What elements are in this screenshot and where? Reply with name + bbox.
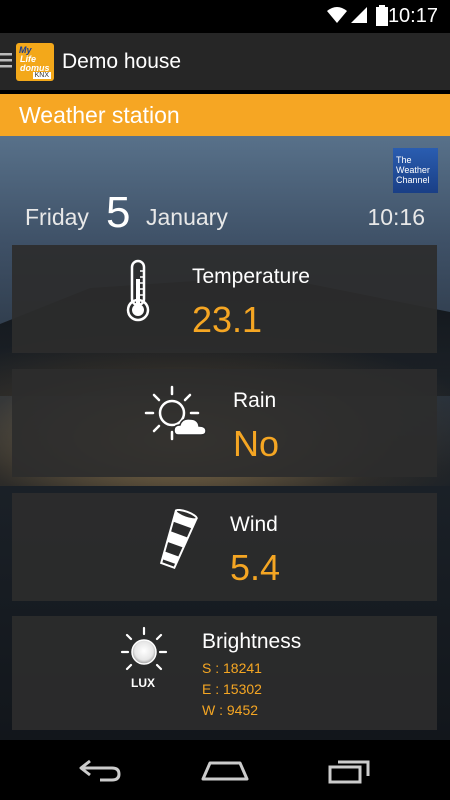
date-day-number: 5 [106, 188, 131, 237]
wind-card[interactable]: Wind 5.4 [12, 493, 437, 601]
windsock-icon [159, 509, 198, 570]
cell-signal-icon [351, 7, 367, 23]
twc-line2: Weather [396, 165, 430, 175]
menu-icon[interactable] [0, 53, 12, 69]
rain-card[interactable]: Rain No [12, 369, 437, 477]
thermometer-icon [126, 259, 150, 322]
twc-line3: Channel [396, 175, 430, 185]
lux-sun-icon [120, 626, 168, 671]
wind-value: 5.4 [230, 547, 281, 588]
temperature-value: 23.1 [192, 299, 263, 340]
app-logo[interactable]: My Life domus KNX [16, 43, 54, 81]
app-title[interactable]: Demo house [62, 50, 181, 74]
brightness-west: W : 9452 [202, 702, 259, 718]
temperature-card[interactable]: Temperature 23.1 [12, 245, 437, 353]
section-header: Weather station [0, 94, 450, 136]
rain-label: Rain [233, 389, 277, 412]
date-row: Friday 5 January 10:16 [0, 186, 450, 237]
status-time: 10:17 [387, 5, 438, 27]
status-bar: 10:17 [0, 0, 450, 33]
action-bar: My Life domus KNX Demo house [0, 33, 450, 90]
brightness-south: S : 18241 [202, 660, 262, 676]
rain-value: No [233, 423, 280, 464]
logo-knx-badge: KNX [32, 72, 51, 79]
wifi-icon [327, 7, 347, 23]
sun-cloud-icon [144, 385, 207, 441]
date-time: 10:16 [367, 204, 425, 230]
home-icon[interactable] [200, 758, 250, 782]
back-icon[interactable] [78, 758, 122, 782]
battery-icon [376, 5, 388, 26]
date-month: January [146, 204, 228, 230]
weather-content: The Weather Channel Friday 5 January 10:… [0, 136, 450, 740]
date-weekday: Friday [25, 204, 89, 230]
navigation-bar [0, 740, 450, 800]
lux-icon-label: LUX [131, 676, 155, 690]
wind-label: Wind [230, 513, 278, 536]
recent-apps-icon[interactable] [328, 758, 372, 784]
section-title: Weather station [19, 102, 180, 128]
temperature-label: Temperature [192, 265, 310, 288]
brightness-east: E : 15302 [202, 681, 262, 697]
brightness-label: Brightness [202, 630, 302, 653]
twc-line1: The [396, 155, 412, 165]
brightness-card[interactable]: LUX Brightness S : 18241 E : 15302 W : 9… [12, 616, 437, 730]
